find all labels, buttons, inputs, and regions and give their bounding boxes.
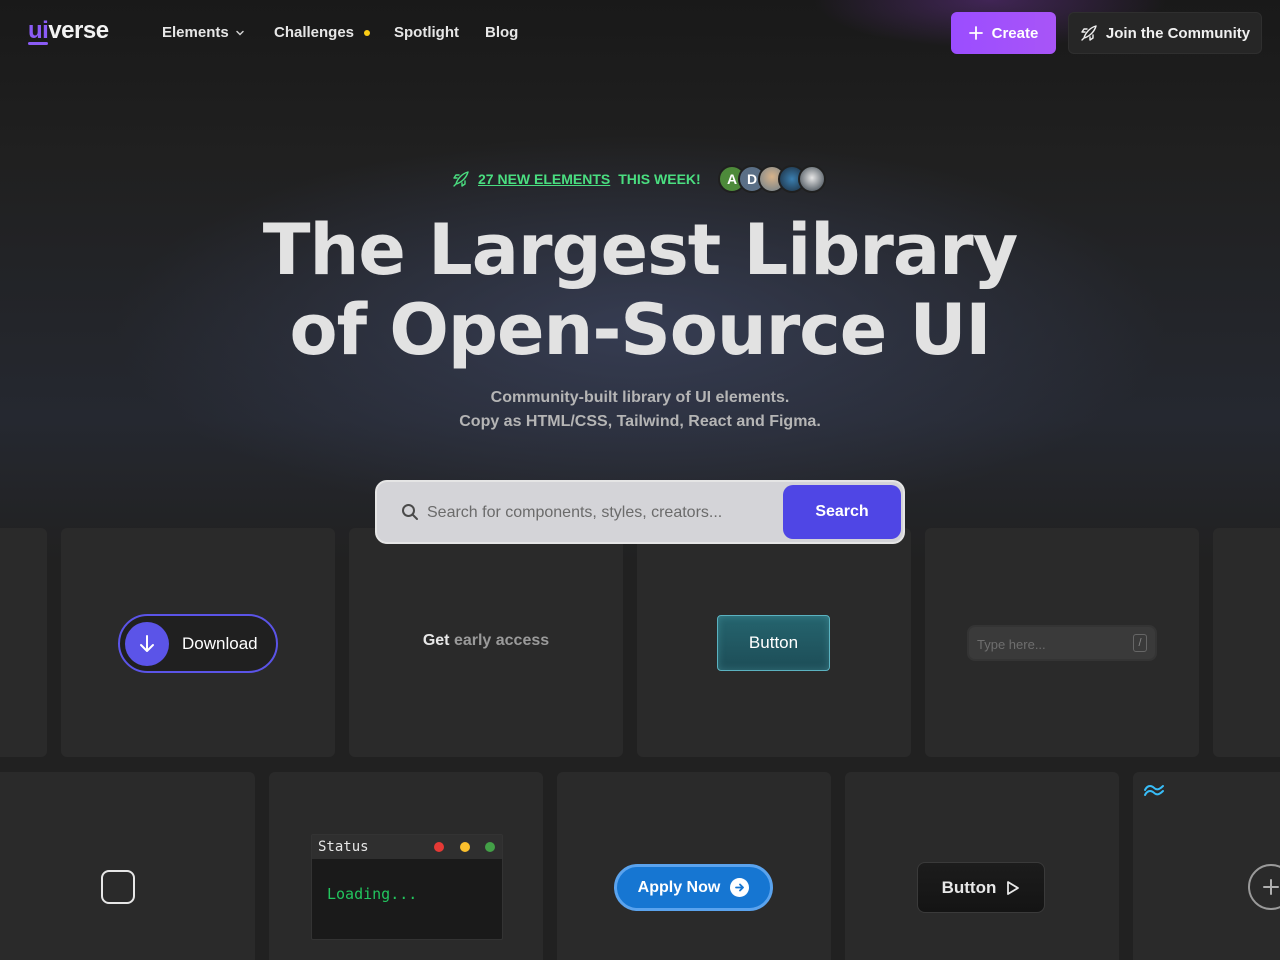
download-icon-circle: [125, 621, 169, 666]
nav-spotlight-label: Spotlight: [394, 24, 459, 41]
component-card-early-access[interactable]: Get early access: [349, 528, 623, 757]
nav-blog-label: Blog: [485, 24, 519, 41]
early-access-rest: early access: [449, 632, 550, 649]
new-elements-badge: 27 NEW ELEMENTS THIS WEEK! A D: [0, 165, 1280, 195]
join-community-label: Join the Community: [1105, 24, 1251, 42]
subtitle-line-2: Copy as HTML/CSS, Tailwind, React and Fi…: [459, 413, 821, 430]
apply-now-button[interactable]: Apply Now: [614, 864, 773, 911]
component-card[interactable]: [0, 528, 47, 757]
arrow-down-icon: [140, 634, 154, 652]
search-button[interactable]: Search: [783, 485, 901, 539]
minimize-dot: [460, 842, 470, 852]
component-card-terminal[interactable]: Status Loading...: [269, 772, 543, 960]
search-icon: [402, 504, 418, 520]
type-here-field[interactable]: /: [967, 625, 1157, 661]
checkbox[interactable]: [101, 870, 135, 904]
terminal-title-bar: Status: [312, 835, 502, 859]
terminal-title: Status: [318, 839, 369, 855]
component-card-teal-button[interactable]: Button: [637, 528, 911, 757]
nav-challenges[interactable]: Challenges: [274, 24, 371, 41]
component-card-tailwind[interactable]: [1133, 772, 1280, 960]
search-bar: Search: [375, 480, 905, 544]
logo[interactable]: uiverse: [28, 17, 109, 45]
nav-elements[interactable]: Elements: [162, 24, 245, 41]
title-line-2: of Open-Source UI: [289, 289, 992, 371]
teal-button[interactable]: Button: [717, 615, 830, 671]
contributor-avatars: A D: [718, 165, 826, 193]
dark-button-label: Button: [941, 877, 997, 897]
nav-blog[interactable]: Blog: [485, 24, 518, 41]
hero-subtitle: Community-built library of UI elements. …: [0, 386, 1280, 434]
early-access-text[interactable]: Get early access: [349, 632, 623, 650]
nav-elements-label: Elements: [162, 24, 229, 41]
rocket-icon: [1081, 25, 1097, 41]
new-elements-link[interactable]: 27 NEW ELEMENTS THIS WEEK!: [452, 170, 701, 188]
component-card-input[interactable]: /: [925, 528, 1199, 757]
type-here-input[interactable]: [977, 634, 1127, 654]
component-card-download[interactable]: Download: [61, 528, 335, 757]
slash-shortcut-key: /: [1133, 634, 1147, 652]
component-card-apply[interactable]: Apply Now: [557, 772, 831, 960]
create-button[interactable]: Create: [951, 12, 1056, 54]
create-button-label: Create: [991, 24, 1039, 42]
terminal-output: Loading...: [327, 885, 418, 903]
logo-text: verse: [48, 17, 109, 44]
download-button-label: Download: [182, 633, 258, 653]
new-elements-count: 27 NEW ELEMENTS: [478, 171, 611, 187]
join-community-button[interactable]: Join the Community: [1068, 12, 1262, 54]
component-card-checkbox[interactable]: [0, 772, 255, 960]
early-access-prefix: Get: [422, 632, 450, 649]
nav-spotlight[interactable]: Spotlight: [394, 24, 459, 41]
page-title: The Largest Library of Open-Source UI: [0, 210, 1280, 370]
top-nav: uiverse Elements Challenges Spotlight Bl…: [0, 0, 1280, 66]
dark-play-button[interactable]: Button: [917, 862, 1045, 913]
maximize-dot: [485, 842, 495, 852]
title-line-1: The Largest Library: [262, 209, 1019, 291]
apply-now-label: Apply Now: [637, 878, 721, 896]
component-card[interactable]: [1213, 528, 1280, 757]
new-elements-suffix: THIS WEEK!: [618, 171, 701, 187]
subtitle-line-1: Community-built library of UI elements.: [490, 389, 790, 406]
plus-icon: [968, 26, 983, 40]
search-input[interactable]: [427, 496, 777, 530]
nav-challenges-label: Challenges: [274, 24, 355, 41]
plus-circle-icon[interactable]: [1248, 864, 1280, 910]
status-terminal: Status Loading...: [311, 834, 503, 940]
download-button[interactable]: Download: [118, 614, 278, 673]
logo-accent: ui: [28, 17, 49, 44]
new-indicator-dot: [364, 29, 371, 36]
component-card-dark-button[interactable]: Button: [845, 772, 1119, 960]
chevron-down-icon: [235, 30, 244, 36]
avatar[interactable]: [798, 165, 826, 193]
close-dot: [434, 842, 444, 852]
arrow-right-icon: [730, 878, 750, 897]
tailwind-icon: [1144, 785, 1164, 796]
play-icon: [1007, 880, 1020, 895]
rocket-icon: [453, 171, 469, 187]
